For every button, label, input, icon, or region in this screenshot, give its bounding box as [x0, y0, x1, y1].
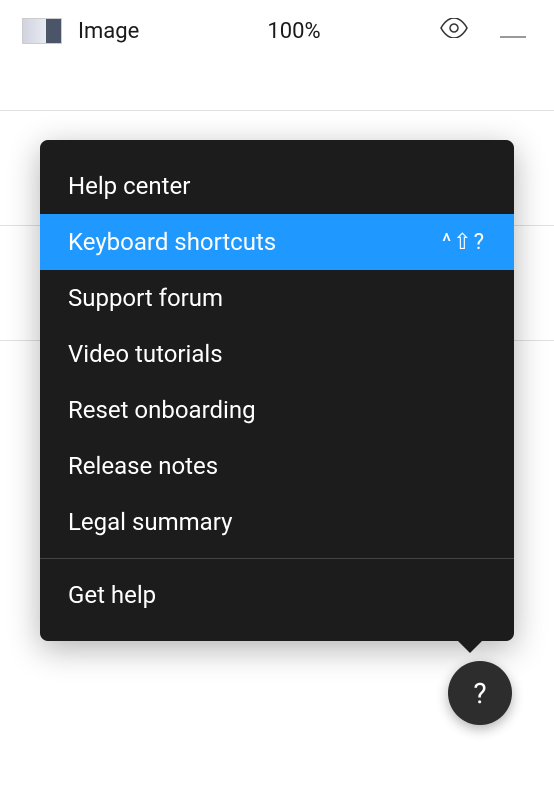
menu-item-help-center[interactable]: Help center: [40, 158, 514, 214]
menu-item-video-tutorials[interactable]: Video tutorials: [40, 326, 514, 382]
menu-item-label: Get help: [68, 581, 156, 609]
menu-item-label: Help center: [68, 172, 190, 200]
menu-divider: [40, 558, 514, 559]
menu-item-legal-summary[interactable]: Legal summary: [40, 494, 514, 550]
menu-item-get-help[interactable]: Get help: [40, 567, 514, 623]
layer-opacity-value[interactable]: 100%: [174, 19, 414, 44]
menu-item-reset-onboarding[interactable]: Reset onboarding: [40, 382, 514, 438]
question-mark-icon: ?: [473, 677, 486, 710]
layer-thumbnail: [22, 18, 62, 44]
layer-row[interactable]: Image 100%: [0, 0, 554, 63]
menu-item-keyboard-shortcuts[interactable]: Keyboard shortcuts ^⇧?: [40, 214, 514, 270]
eye-icon: [440, 18, 468, 44]
menu-item-label: Video tutorials: [68, 340, 223, 368]
layer-name-label: Image: [78, 19, 158, 44]
menu-pointer-tail: [456, 639, 484, 653]
visibility-toggle[interactable]: [430, 18, 478, 44]
menu-item-label: Support forum: [68, 284, 223, 312]
menu-item-release-notes[interactable]: Release notes: [40, 438, 514, 494]
help-fab-button[interactable]: ?: [448, 661, 512, 725]
menu-item-label: Keyboard shortcuts: [68, 228, 276, 256]
menu-item-support-forum[interactable]: Support forum: [40, 270, 514, 326]
menu-item-label: Legal summary: [68, 508, 232, 536]
menu-item-label: Release notes: [68, 452, 218, 480]
menu-item-shortcut: ^⇧?: [442, 230, 486, 255]
remove-button[interactable]: [494, 19, 532, 44]
menu-item-label: Reset onboarding: [68, 396, 256, 424]
minus-icon: [500, 36, 526, 38]
help-menu: Help center Keyboard shortcuts ^⇧? Suppo…: [40, 140, 514, 641]
